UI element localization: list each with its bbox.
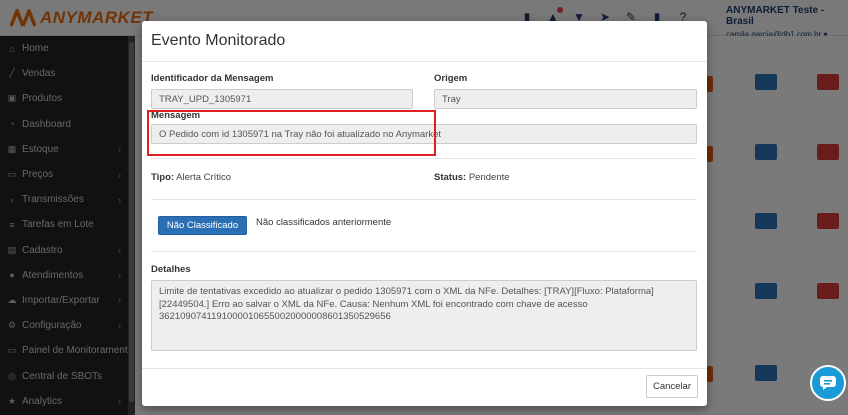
classification-button[interactable]: Não Classificado	[158, 216, 247, 235]
modal-title: Evento Monitorado	[151, 32, 286, 49]
message-id-field: TRAY_UPD_1305971	[151, 89, 413, 109]
divider	[151, 199, 697, 200]
details-label: Detalhes	[151, 264, 191, 275]
classification-text: Não classificados anteriormente	[256, 217, 392, 228]
type-value: Alerta Crítico	[176, 172, 232, 183]
divider	[151, 158, 697, 159]
type-info: Tipo: Alerta Crítico	[151, 172, 231, 183]
cancel-button[interactable]: Cancelar	[646, 375, 698, 398]
status-label: Status:	[434, 172, 467, 183]
event-modal: Evento Monitorado Identificador da Mensa…	[142, 21, 707, 406]
status-value: Pendente	[468, 172, 510, 183]
divider	[151, 251, 697, 252]
highlight-box	[147, 110, 436, 156]
origin-field: Tray	[434, 89, 697, 109]
modal-header: Evento Monitorado	[142, 21, 707, 62]
modal-body: Identificador da Mensagem TRAY_UPD_13059…	[142, 62, 707, 368]
details-field: Limite de tentativas excedido ao atualiz…	[151, 280, 697, 351]
type-label: Tipo:	[151, 172, 175, 183]
chat-button[interactable]	[810, 365, 846, 401]
modal-footer: Cancelar	[142, 368, 707, 406]
chat-icon	[820, 376, 836, 390]
status-info: Status: Pendente	[434, 172, 510, 183]
message-id-label: Identificador da Mensagem	[151, 73, 274, 84]
origin-label: Origem	[434, 73, 468, 84]
